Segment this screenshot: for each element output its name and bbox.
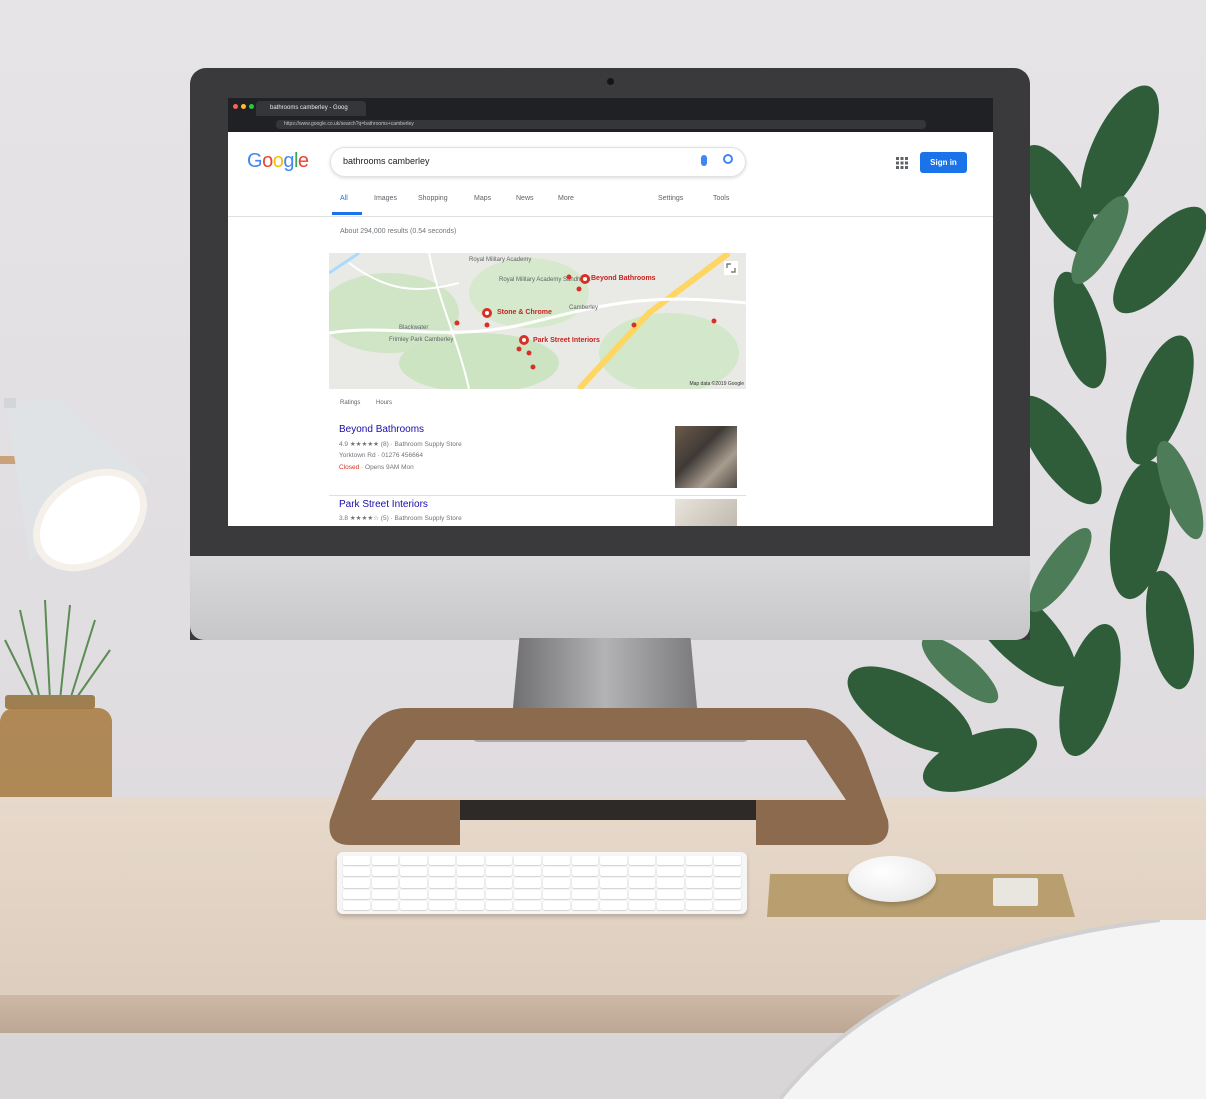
result-stats: About 294,000 results (0.54 seconds): [340, 228, 457, 235]
expand-map-icon[interactable]: [724, 261, 738, 275]
map-filters: Ratings Hours: [340, 400, 406, 406]
sign-in-button[interactable]: Sign in: [920, 152, 967, 173]
keyboard-keys: [343, 856, 741, 910]
google-logo[interactable]: Google: [247, 150, 309, 173]
listing-address: Yorktown Rd · 01276 456664: [339, 452, 423, 459]
maximize-dot-icon[interactable]: [249, 104, 254, 109]
closed-status: Closed: [339, 464, 360, 471]
desk-lamp: [0, 398, 150, 572]
microphone-icon[interactable]: [701, 155, 707, 166]
chair: [780, 920, 1206, 1099]
tab-images[interactable]: Images: [374, 195, 397, 202]
mouse-pad-tab: [993, 878, 1038, 906]
apps-grid-icon[interactable]: [896, 157, 908, 169]
listing-photo[interactable]: [675, 499, 737, 526]
minimize-dot-icon[interactable]: [241, 104, 246, 109]
tab-shopping[interactable]: Shopping: [418, 195, 448, 202]
listing-rating: 4.9 ★★★★★ (8) · Bathroom Supply Store: [339, 441, 462, 448]
filter-ratings[interactable]: Ratings: [340, 400, 360, 406]
logo-letter: o: [272, 150, 284, 172]
listing-hours: Closed · Opens 9AM Mon: [339, 464, 414, 471]
webcam: [607, 78, 614, 85]
screen: bathrooms camberley - Goog https://www.g…: [228, 98, 993, 526]
logo-letter: g: [283, 150, 294, 172]
monitor-riser: [329, 708, 889, 845]
tab-news[interactable]: News: [516, 195, 534, 202]
listing-rating: 3.8 ★★★★☆ (5) · Bathroom Supply Store: [339, 515, 462, 522]
logo-letter: o: [262, 150, 273, 172]
tab-all[interactable]: All: [340, 195, 348, 202]
active-tab-indicator: [332, 212, 362, 215]
browser-chrome: bathrooms camberley - Goog https://www.g…: [228, 98, 993, 132]
logo-letter: G: [247, 150, 263, 172]
filter-hours[interactable]: Hours: [376, 400, 392, 406]
tab-tools[interactable]: Tools: [713, 195, 729, 202]
local-listing[interactable]: Beyond Bathrooms 4.9 ★★★★★ (8) · Bathroo…: [329, 424, 746, 496]
search-tabs: All Images Shopping Maps News More: [334, 195, 754, 215]
search-box[interactable]: bathrooms camberley: [330, 147, 746, 177]
listing-photo[interactable]: [675, 426, 737, 488]
mouse: [848, 856, 936, 902]
listing-title[interactable]: Park Street Interiors: [339, 499, 428, 510]
tab-maps[interactable]: Maps: [474, 195, 491, 202]
header-divider: [228, 216, 993, 217]
tab-more[interactable]: More: [558, 195, 574, 202]
listing-title[interactable]: Beyond Bathrooms: [339, 424, 424, 435]
listing-divider: [329, 495, 746, 496]
keyboard: [337, 852, 747, 914]
map-credit: Map data ©2019 Google: [689, 381, 744, 387]
monitor-chin: [190, 556, 1030, 640]
local-listing[interactable]: Park Street Interiors 3.8 ★★★★☆ (5) · Ba…: [329, 499, 746, 526]
map-pin-icons: [454, 274, 717, 370]
local-map[interactable]: Royal Military Academy Royal Military Ac…: [329, 253, 746, 389]
search-icon[interactable]: [723, 154, 733, 164]
opening-hours: · Opens 9AM Mon: [359, 464, 414, 471]
close-dot-icon[interactable]: [233, 104, 238, 109]
logo-letter: e: [297, 150, 309, 172]
search-input[interactable]: bathrooms camberley: [343, 156, 430, 166]
address-bar[interactable]: https://www.google.co.uk/search?q=bathro…: [276, 120, 926, 129]
browser-tab[interactable]: bathrooms camberley - Goog: [256, 101, 366, 116]
tab-settings[interactable]: Settings: [658, 195, 683, 202]
